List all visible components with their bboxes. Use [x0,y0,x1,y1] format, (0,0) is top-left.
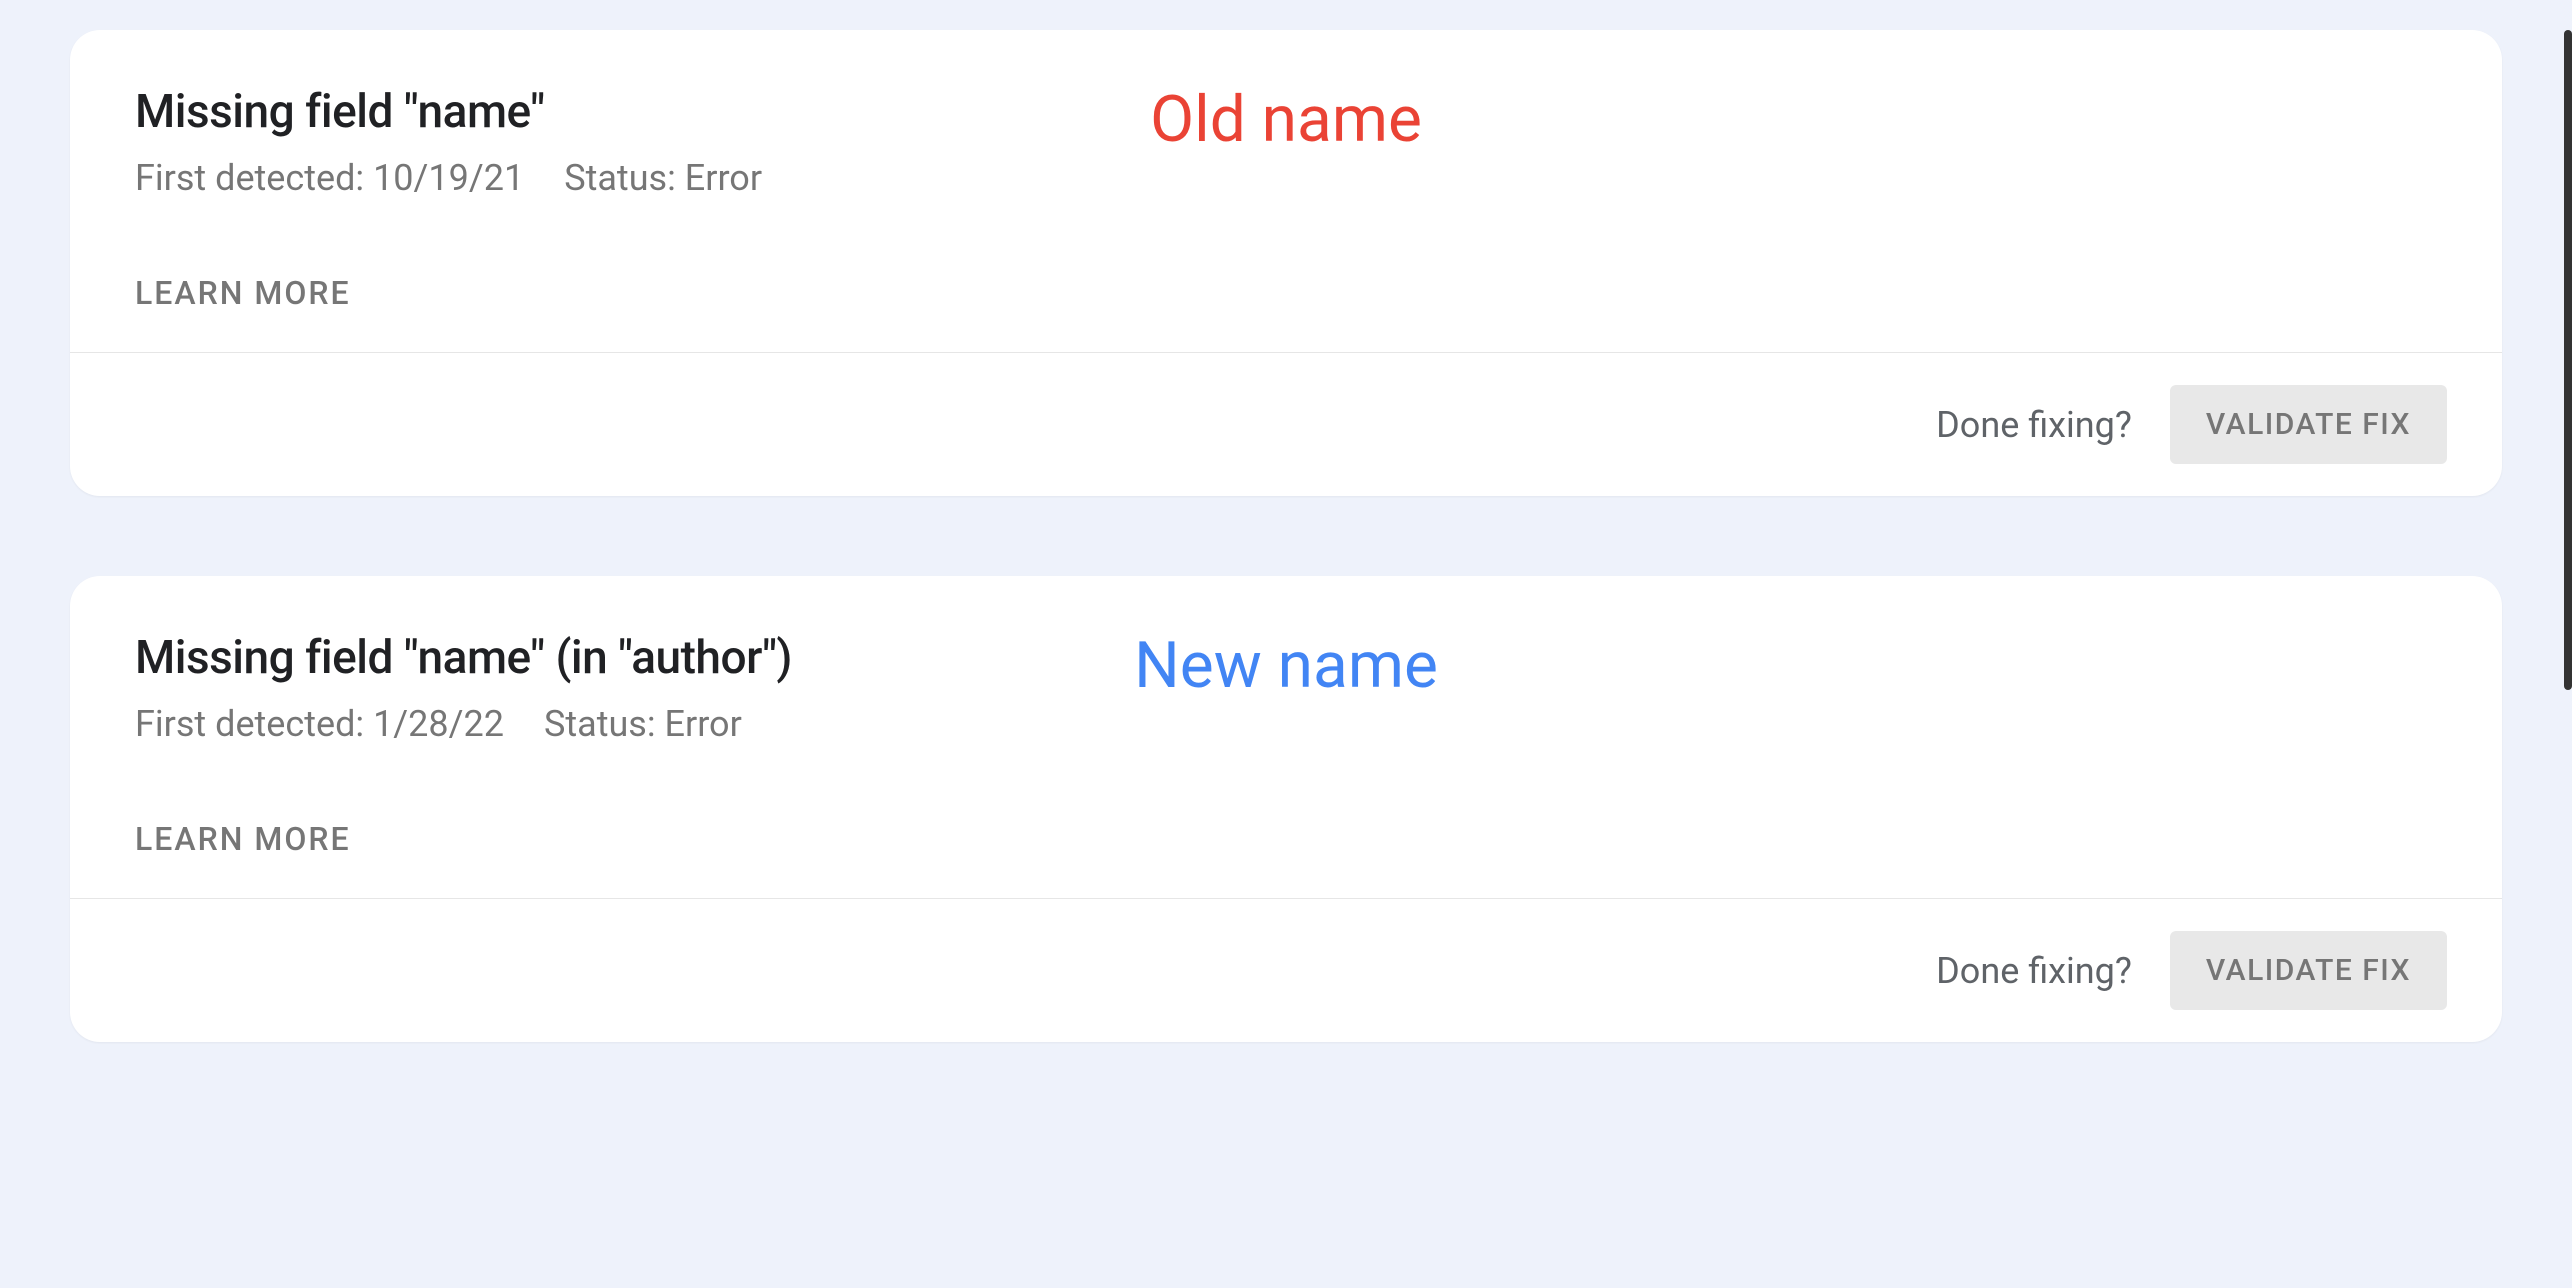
validate-fix-button[interactable]: VALIDATE FIX [2170,385,2447,464]
annotation-old-name: Old name [1150,82,1422,157]
done-fixing-label: Done fixing? [1936,404,2132,446]
scrollbar[interactable] [2564,30,2572,690]
learn-more-link[interactable]: LEARN MORE [135,274,2437,312]
status: Status: Error [544,703,742,745]
validate-fix-button[interactable]: VALIDATE FIX [2170,931,2447,1010]
card-footer: Done fixing? VALIDATE FIX [70,353,2502,496]
learn-more-link[interactable]: LEARN MORE [135,820,2437,858]
status: Status: Error [564,157,762,199]
first-detected-label: First detected: [135,703,364,745]
first-detected-value: 1/28/22 [373,703,504,745]
error-card: Missing field "name" First detected: 10/… [70,30,2502,496]
status-value: Error [685,157,762,199]
status-label: Status: [564,157,676,199]
first-detected-label: First detected: [135,157,364,199]
first-detected: First detected: 10/19/21 [135,157,524,199]
card-meta: First detected: 1/28/22 Status: Error [135,703,2437,745]
card-meta: First detected: 10/19/21 Status: Error [135,157,2437,199]
status-value: Error [665,703,742,745]
error-card: Missing field "name" (in "author") First… [70,576,2502,1042]
done-fixing-label: Done fixing? [1936,950,2132,992]
card-top: Missing field "name" (in "author") First… [70,576,2502,898]
status-label: Status: [544,703,656,745]
first-detected-value: 10/19/21 [373,157,524,199]
annotation-new-name: New name [1134,628,1438,703]
cards-container: Missing field "name" First detected: 10/… [70,30,2502,1042]
card-top: Missing field "name" First detected: 10/… [70,30,2502,352]
card-footer: Done fixing? VALIDATE FIX [70,899,2502,1042]
first-detected: First detected: 1/28/22 [135,703,504,745]
